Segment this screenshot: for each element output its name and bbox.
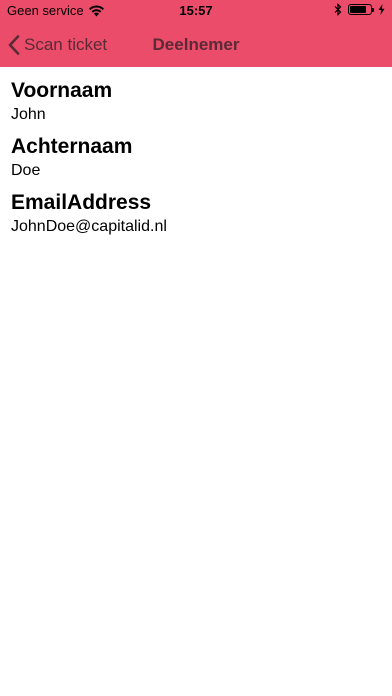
charging-icon <box>378 4 385 15</box>
bluetooth-icon <box>334 3 342 16</box>
battery-level <box>350 6 366 13</box>
participant-details: Voornaam John Achternaam Doe EmailAddres… <box>11 78 381 246</box>
field-value: Doe <box>11 162 41 179</box>
field-last-name: Achternaam Doe <box>11 134 381 182</box>
page-title: Deelnemer <box>152 34 240 54</box>
status-right <box>334 3 385 16</box>
field-email: EmailAddress JohnDoe@capitalid.nl <box>11 190 381 238</box>
battery-icon <box>348 4 374 15</box>
field-first-name: Voornaam John <box>11 78 381 126</box>
field-label: Voornaam <box>11 79 113 102</box>
field-label: EmailAddress <box>11 191 152 214</box>
navigation-bar: Scan ticket Deelnemer <box>0 22 392 67</box>
field-value: John <box>11 106 46 123</box>
status-bar: Geen service 15:57 <box>0 0 392 22</box>
field-value: JohnDoe@capitalid.nl <box>11 218 167 235</box>
header: Geen service 15:57 Scan ticket Deelnemer <box>0 0 392 67</box>
field-label: Achternaam <box>11 135 133 158</box>
